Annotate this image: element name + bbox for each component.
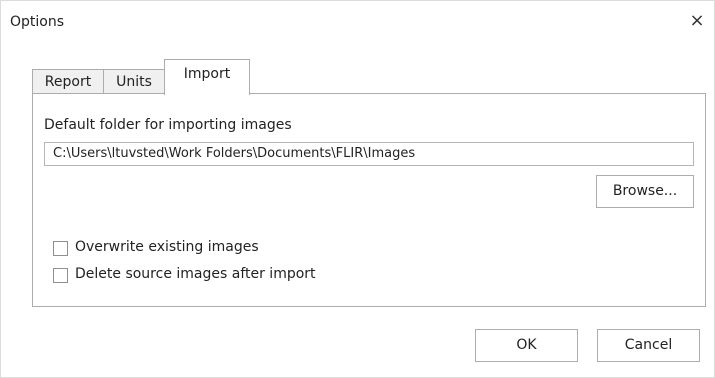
tab-report[interactable]: Report — [32, 69, 104, 94]
delete-source-label[interactable]: Delete source images after import — [75, 266, 316, 282]
tab-report-label: Report — [44, 74, 92, 90]
tab-import-label: Import — [183, 66, 231, 82]
cancel-button[interactable]: Cancel — [597, 329, 700, 362]
tab-import[interactable]: Import — [164, 59, 250, 95]
overwrite-existing-checkbox[interactable] — [53, 241, 68, 256]
tab-units[interactable]: Units — [103, 69, 165, 94]
dialog-title: Options — [10, 14, 65, 30]
default-folder-label: Default folder for importing images — [44, 117, 292, 133]
overwrite-existing-label[interactable]: Overwrite existing images — [75, 239, 259, 255]
close-icon[interactable]: × — [689, 12, 705, 30]
options-dialog: Options × Report Units Import Default fo… — [0, 0, 715, 378]
default-folder-path-field[interactable]: C:\Users\ltuvsted\Work Folders\Documents… — [44, 142, 694, 166]
tab-units-label: Units — [116, 74, 152, 90]
browse-button[interactable]: Browse... — [596, 175, 694, 208]
delete-source-checkbox[interactable] — [53, 268, 68, 283]
ok-button[interactable]: OK — [475, 329, 578, 362]
